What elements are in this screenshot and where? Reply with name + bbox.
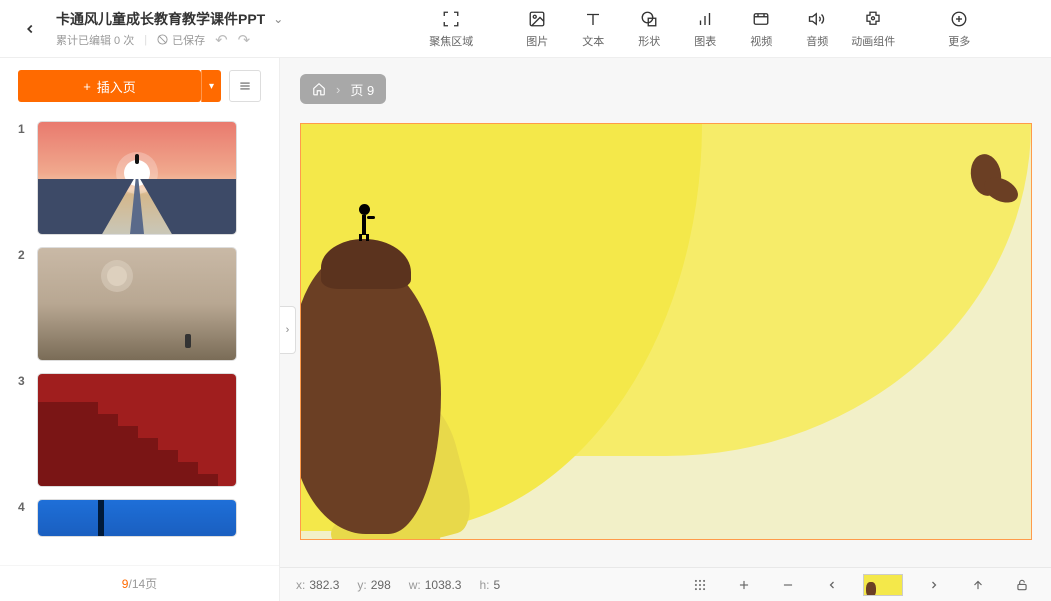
thumb-number: 1 bbox=[18, 122, 30, 234]
insert-page-dropdown[interactable]: ▾ bbox=[201, 70, 221, 102]
canvas-area: › 页 9 › bbox=[280, 58, 1051, 601]
thumb-preview-2[interactable] bbox=[38, 248, 236, 360]
breadcrumb[interactable]: › 页 9 bbox=[300, 74, 386, 104]
sidebar: + 插入页 ▾ 1 2 bbox=[0, 58, 280, 601]
tool-video[interactable]: 视频 bbox=[733, 8, 789, 49]
tool-focus-area[interactable]: 聚焦区域 bbox=[423, 8, 479, 49]
save-status: 已保存 bbox=[157, 32, 205, 48]
zoom-out-button[interactable] bbox=[775, 572, 801, 598]
undo-button[interactable]: ↶ bbox=[215, 31, 228, 49]
canvas-viewport[interactable] bbox=[280, 58, 1051, 567]
thumb-number: 4 bbox=[18, 500, 30, 536]
image-icon bbox=[528, 8, 546, 30]
tool-chart[interactable]: 图表 bbox=[677, 8, 733, 49]
lock-button[interactable] bbox=[1009, 572, 1035, 598]
title-block: 卡通风儿童成长教育教学课件PPT ⌄ 累计已编辑 0 次 | 已保存 ↶ ↷ bbox=[56, 9, 283, 49]
tool-shape[interactable]: 形状 bbox=[621, 8, 677, 49]
fullscreen-icon bbox=[442, 8, 460, 30]
y-value: 298 bbox=[371, 578, 391, 592]
next-page-button[interactable] bbox=[921, 572, 947, 598]
slide-canvas[interactable] bbox=[301, 124, 1031, 539]
w-value: 1038.3 bbox=[425, 578, 462, 592]
current-page: 9 bbox=[122, 577, 129, 591]
upload-button[interactable] bbox=[965, 572, 991, 598]
person-figure bbox=[359, 204, 370, 241]
main-area: + 插入页 ▾ 1 2 bbox=[0, 58, 1051, 601]
thumbnail-list[interactable]: 1 2 3 bbox=[0, 114, 279, 565]
home-icon[interactable] bbox=[312, 82, 326, 96]
toolbar: 聚焦区域 图片 文本 形状 图表 视频 音频 动画组件 bbox=[423, 8, 987, 49]
title-dropdown[interactable]: ⌄ bbox=[273, 12, 283, 26]
page-indicator: 9/14页 bbox=[0, 565, 279, 601]
chart-icon bbox=[696, 8, 714, 30]
prev-page-button[interactable] bbox=[819, 572, 845, 598]
audio-icon bbox=[808, 8, 826, 30]
tool-animation[interactable]: 动画组件 bbox=[845, 8, 901, 49]
puzzle-icon bbox=[864, 8, 882, 30]
grid-toggle-button[interactable] bbox=[687, 572, 713, 598]
h-label: h: bbox=[479, 578, 489, 592]
video-icon bbox=[752, 8, 770, 30]
panel-collapse-handle[interactable]: › bbox=[280, 306, 296, 354]
edit-count-text: 累计已编辑 0 次 bbox=[56, 32, 134, 48]
plus-circle-icon bbox=[950, 8, 968, 30]
thumb-preview-3[interactable] bbox=[38, 374, 236, 486]
w-label: w: bbox=[409, 578, 421, 592]
y-label: y: bbox=[357, 578, 366, 592]
doc-title[interactable]: 卡通风儿童成长教育教学课件PPT bbox=[56, 9, 265, 29]
back-button[interactable] bbox=[12, 11, 48, 47]
thumb-preview-1[interactable] bbox=[38, 122, 236, 234]
h-value: 5 bbox=[493, 578, 500, 592]
insert-page-button[interactable]: + 插入页 bbox=[18, 70, 201, 102]
selection-handle[interactable] bbox=[1021, 124, 1031, 134]
tool-more[interactable]: 更多 bbox=[931, 8, 987, 49]
thumb-number: 3 bbox=[18, 374, 30, 486]
hamburger-button[interactable] bbox=[229, 70, 261, 102]
top-bar: 卡通风儿童成长教育教学课件PPT ⌄ 累计已编辑 0 次 | 已保存 ↶ ↷ 聚… bbox=[0, 0, 1051, 58]
shape-icon bbox=[640, 8, 658, 30]
zoom-in-button[interactable] bbox=[731, 572, 757, 598]
thumb-item[interactable]: 2 bbox=[18, 248, 261, 360]
chevron-right-icon: › bbox=[336, 82, 340, 97]
x-value: 382.3 bbox=[309, 578, 339, 592]
breadcrumb-page[interactable]: 页 9 bbox=[350, 80, 374, 99]
thumb-item[interactable]: 4 bbox=[18, 500, 261, 536]
redo-button[interactable]: ↷ bbox=[238, 31, 251, 49]
thumb-number: 2 bbox=[18, 248, 30, 360]
thumb-item[interactable]: 3 bbox=[18, 374, 261, 486]
thumb-item[interactable]: 1 bbox=[18, 122, 261, 234]
tool-image[interactable]: 图片 bbox=[509, 8, 565, 49]
tool-audio[interactable]: 音频 bbox=[789, 8, 845, 49]
tool-text[interactable]: 文本 bbox=[565, 8, 621, 49]
selection-handle[interactable] bbox=[301, 124, 311, 134]
selection-handle[interactable] bbox=[1021, 529, 1031, 539]
x-label: x: bbox=[296, 578, 305, 592]
current-slide-preview[interactable] bbox=[863, 574, 903, 596]
thumb-preview-4[interactable] bbox=[38, 500, 236, 536]
plus-icon: + bbox=[83, 79, 91, 94]
total-pages: 14页 bbox=[132, 575, 157, 592]
selection-handle[interactable] bbox=[301, 529, 311, 539]
status-bar: x: 382.3 y: 298 w: 1038.3 h: 5 bbox=[280, 567, 1051, 601]
text-icon bbox=[584, 8, 602, 30]
